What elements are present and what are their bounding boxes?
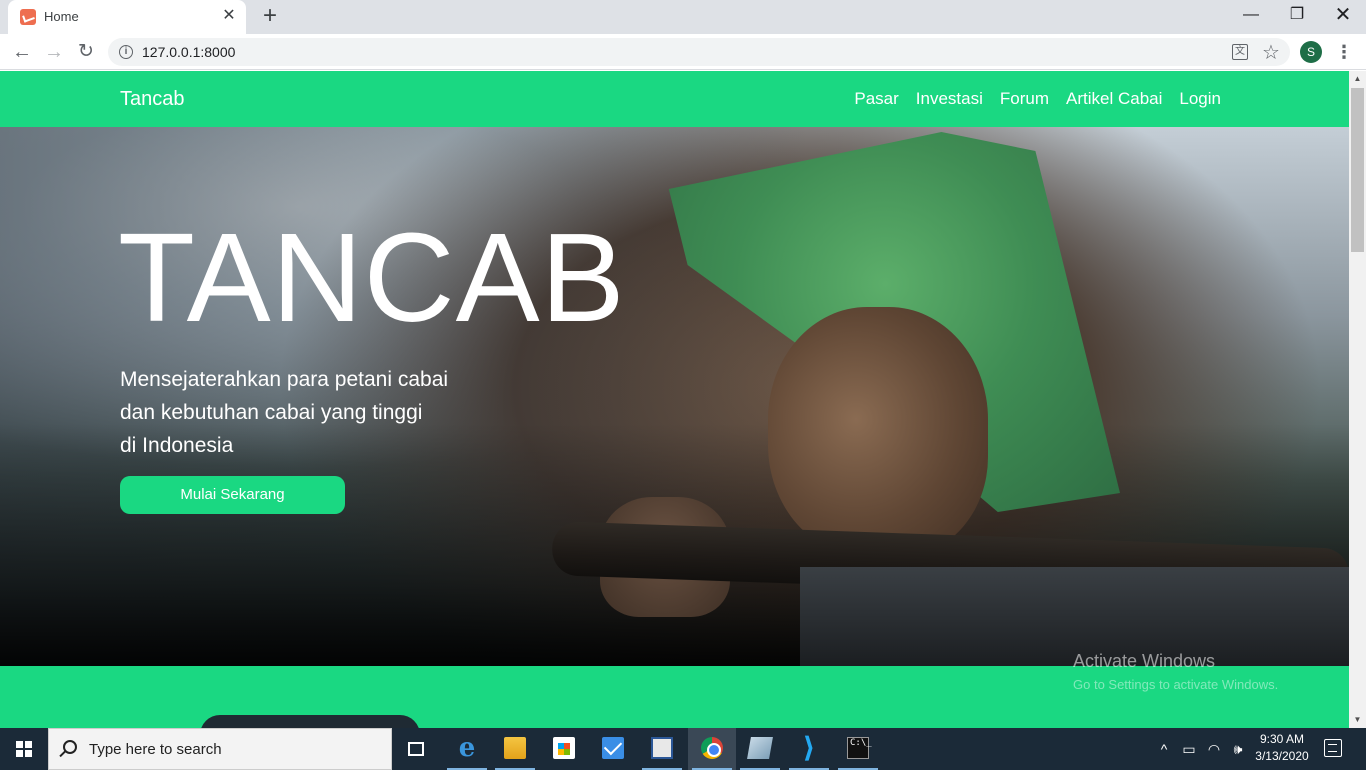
store-icon: [553, 737, 575, 759]
clock-date: 3/13/2020: [1255, 749, 1309, 763]
file-explorer-taskbar-button[interactable]: [491, 728, 539, 770]
scroll-down-icon[interactable]: ▼: [1349, 712, 1366, 728]
task-view-icon: [408, 742, 424, 756]
task-view-button[interactable]: [392, 728, 440, 770]
page-scrollbar[interactable]: ▲ ▼: [1349, 71, 1366, 728]
hero-subtitle-line: di Indonesia: [120, 434, 234, 457]
nav-link-login[interactable]: Login: [1179, 89, 1221, 109]
scroll-up-icon[interactable]: ▲: [1349, 71, 1366, 87]
notification-center-icon[interactable]: [1324, 739, 1342, 757]
hero-subtitle-line: Mensejaterahkan para petani cabai: [120, 368, 449, 391]
browser-toolbar: ← → ↻ i 127.0.0.1:8000 文 ☆ S ⋮: [0, 34, 1366, 70]
windows-taskbar: Type here to search e ⟩ C:\_ ^ ▭ ◠ 🕪 9:3…: [0, 728, 1366, 770]
start-now-button[interactable]: Mulai Sekarang: [120, 476, 345, 514]
chevron-up-icon[interactable]: ^: [1156, 728, 1172, 770]
info-icon[interactable]: i: [119, 45, 133, 59]
chrome-taskbar-button[interactable]: [688, 728, 736, 770]
taskbar-search[interactable]: Type here to search: [48, 728, 392, 770]
address-bar[interactable]: i 127.0.0.1:8000 文 ☆: [108, 38, 1290, 66]
star-icon[interactable]: ☆: [1262, 40, 1280, 65]
site-nav-links: Pasar Investasi Forum Artikel Cabai Logi…: [854, 89, 1221, 109]
green-section: [0, 666, 1349, 728]
mail-icon: [602, 737, 624, 759]
translate-icon[interactable]: 文: [1232, 44, 1248, 60]
taskbar-clock[interactable]: 9:30 AM 3/13/2020: [1250, 731, 1314, 765]
hero-photo-face: [768, 307, 988, 557]
vscode-taskbar-button[interactable]: ⟩: [785, 728, 833, 770]
activate-windows-watermark: Activate Windows: [1073, 651, 1216, 671]
document-icon: [651, 737, 673, 759]
hero-subtitle-line: dan kebutuhan cabai yang tinggi: [120, 401, 423, 424]
site-favicon-icon: [20, 9, 36, 25]
reload-icon[interactable]: ↻: [72, 38, 100, 66]
forward-arrow-icon[interactable]: →: [40, 38, 68, 66]
scroll-thumb[interactable]: [1351, 88, 1364, 252]
edge-taskbar-button[interactable]: e: [443, 728, 491, 770]
restore-button[interactable]: ❐: [1274, 0, 1320, 32]
word-taskbar-button[interactable]: [638, 728, 686, 770]
vscode-icon: ⟩: [802, 732, 816, 763]
clock-time: 9:30 AM: [1259, 732, 1305, 746]
hero-section: TANCAB Mensejaterahkan para petani cabai…: [0, 127, 1349, 666]
tab-title: Home: [44, 9, 79, 24]
terminal-icon: C:\_: [847, 737, 872, 759]
activate-windows-subtext: Go to Settings to activate Windows.: [1073, 677, 1279, 692]
nav-link-artikel-cabai[interactable]: Artikel Cabai: [1066, 89, 1162, 109]
close-tab-icon[interactable]: ✕: [220, 7, 238, 25]
battery-icon[interactable]: ▭: [1180, 728, 1198, 770]
terminal-taskbar-button[interactable]: C:\_: [834, 728, 882, 770]
windows-logo-icon: [16, 741, 32, 757]
nav-link-forum[interactable]: Forum: [1000, 89, 1049, 109]
profile-avatar[interactable]: S: [1300, 41, 1322, 63]
url-text[interactable]: 127.0.0.1:8000: [142, 44, 235, 60]
volume-icon[interactable]: 🕪: [1228, 728, 1248, 770]
browser-tab[interactable]: Home ✕: [8, 0, 246, 34]
search-icon: [63, 740, 77, 754]
start-button[interactable]: [0, 728, 48, 770]
back-arrow-icon[interactable]: ←: [8, 38, 36, 66]
mail-taskbar-button[interactable]: [589, 728, 637, 770]
chrome-icon: [701, 737, 723, 759]
edge-icon: e: [458, 733, 476, 763]
hero-subtitle: Mensejaterahkan para petani cabai dan ke…: [120, 363, 500, 462]
new-tab-button[interactable]: +: [258, 4, 282, 29]
site-brand[interactable]: Tancab: [120, 88, 185, 111]
nav-link-investasi[interactable]: Investasi: [916, 89, 983, 109]
wifi-icon[interactable]: ◠: [1204, 728, 1224, 770]
close-window-button[interactable]: ✕: [1320, 0, 1366, 32]
browser-tabstrip: Home ✕ + — ❐ ✕: [0, 0, 1366, 34]
hero-title: TANCAB: [118, 207, 626, 348]
folder-icon: [504, 737, 526, 759]
site-navbar: Tancab Pasar Investasi Forum Artikel Cab…: [0, 71, 1349, 127]
search-placeholder[interactable]: Type here to search: [89, 741, 222, 758]
minimize-button[interactable]: —: [1228, 0, 1274, 32]
store-taskbar-button[interactable]: [540, 728, 588, 770]
menu-icon[interactable]: ⋮: [1334, 40, 1354, 64]
section-pill: [200, 715, 420, 728]
page-viewport: Tancab Pasar Investasi Forum Artikel Cab…: [0, 71, 1349, 728]
app-taskbar-button[interactable]: [736, 728, 784, 770]
nav-link-pasar[interactable]: Pasar: [854, 89, 898, 109]
app-icon: [747, 737, 773, 759]
